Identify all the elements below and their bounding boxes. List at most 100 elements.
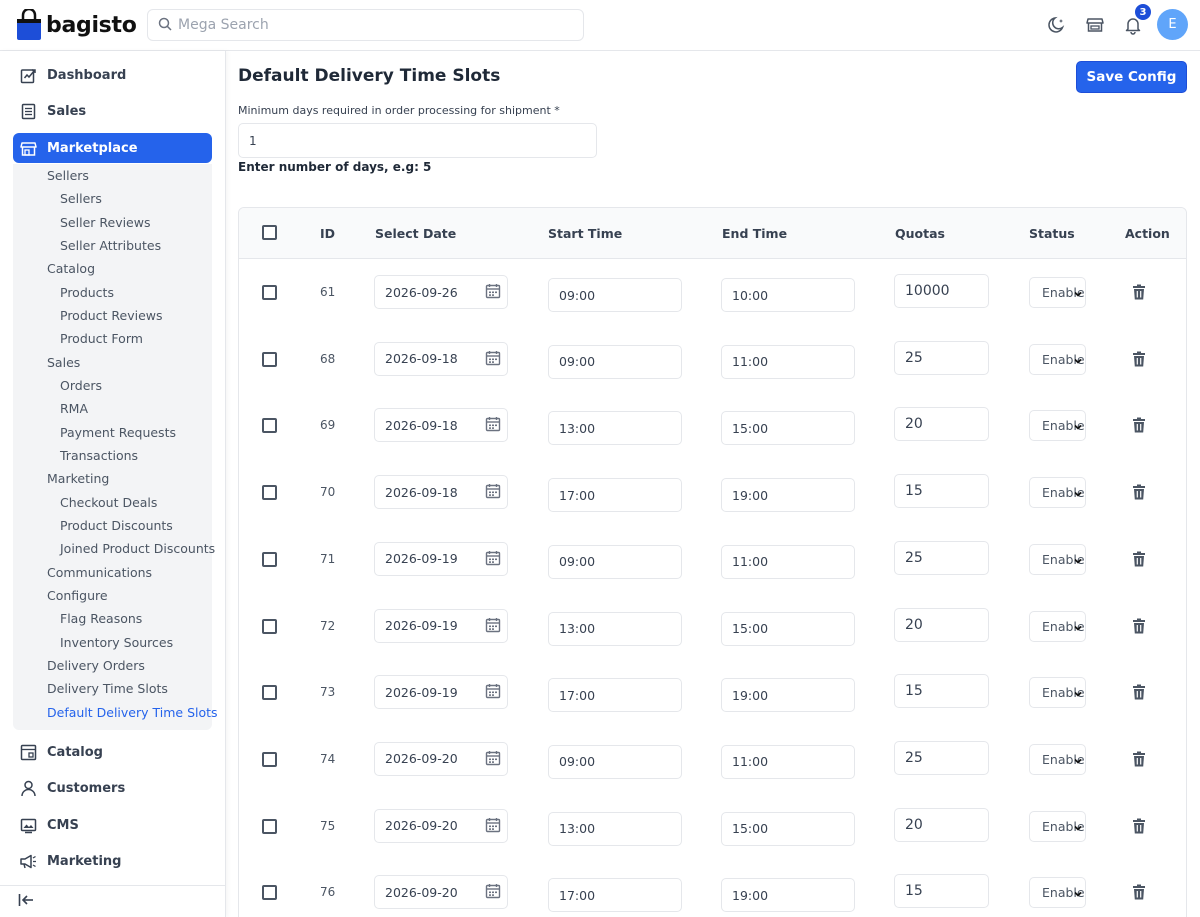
submenu-group-sellers[interactable]: Sellers xyxy=(47,168,89,183)
sidebar-item-sales[interactable]: Sales xyxy=(13,96,212,126)
submenu-item-delivery-time-slots[interactable]: Delivery Time Slots xyxy=(47,681,168,696)
sidebar-item-cms[interactable]: CMS xyxy=(13,810,212,840)
submenu-item-default-delivery-time-slots[interactable]: Default Delivery Time Slots xyxy=(47,705,218,720)
brand-logo[interactable]: bagisto xyxy=(16,7,137,41)
status-select[interactable]: Enabled xyxy=(1029,677,1086,709)
delete-icon[interactable] xyxy=(1132,818,1146,834)
quota-input[interactable]: 20 xyxy=(894,607,989,642)
calendar-icon[interactable] xyxy=(485,883,501,899)
submenu-item-product-reviews[interactable]: Product Reviews xyxy=(60,308,163,323)
end-time-input[interactable]: 10:00 xyxy=(721,278,855,312)
row-checkbox[interactable] xyxy=(262,751,277,767)
sidebar-item-marketplace[interactable]: Marketplace xyxy=(13,133,212,163)
quota-input[interactable]: 15 xyxy=(894,674,989,709)
end-time-input[interactable]: 11:00 xyxy=(721,744,855,779)
delete-icon[interactable] xyxy=(1132,684,1146,700)
save-config-button[interactable]: Save Config xyxy=(1076,61,1187,93)
status-select[interactable]: Enabled xyxy=(1029,743,1086,775)
end-time-input[interactable]: 19:00 xyxy=(721,678,855,713)
date-input[interactable]: 2026-09-20 xyxy=(374,741,508,776)
date-input[interactable]: 2026-09-18 xyxy=(374,341,508,376)
end-time-input[interactable]: 15:00 xyxy=(721,811,855,846)
status-select[interactable]: Enabled xyxy=(1029,877,1086,909)
calendar-icon[interactable] xyxy=(485,283,501,299)
date-input[interactable]: 2026-09-20 xyxy=(374,808,508,843)
calendar-icon[interactable] xyxy=(485,750,501,766)
row-checkbox[interactable] xyxy=(262,285,277,300)
collapse-sidebar-button[interactable] xyxy=(0,885,226,917)
end-time-input[interactable]: 19:00 xyxy=(721,478,855,513)
start-time-input[interactable]: 13:00 xyxy=(548,611,682,646)
mega-search[interactable] xyxy=(147,9,584,41)
submenu-item-payment-requests[interactable]: Payment Requests xyxy=(60,425,176,440)
quota-input[interactable]: 20 xyxy=(894,407,989,442)
submenu-item-transactions[interactable]: Transactions xyxy=(60,448,138,463)
end-time-input[interactable]: 19:00 xyxy=(721,878,855,913)
delete-icon[interactable] xyxy=(1132,484,1146,500)
quota-input[interactable]: 25 xyxy=(894,540,989,575)
submenu-item-orders[interactable]: Orders xyxy=(60,378,102,393)
start-time-input[interactable]: 13:00 xyxy=(548,411,682,446)
submenu-item-checkout-deals[interactable]: Checkout Deals xyxy=(60,495,157,510)
quota-input[interactable]: 15 xyxy=(894,874,989,909)
submenu-group-marketing[interactable]: Marketing xyxy=(47,471,109,486)
sidebar-item-customers[interactable]: Customers xyxy=(13,773,212,803)
row-checkbox[interactable] xyxy=(262,618,277,634)
submenu-item-communications[interactable]: Communications xyxy=(47,565,152,580)
row-checkbox[interactable] xyxy=(262,418,277,434)
quota-input[interactable]: 25 xyxy=(894,340,989,375)
delete-icon[interactable] xyxy=(1132,551,1146,567)
delete-icon[interactable] xyxy=(1132,618,1146,634)
submenu-item-flag-reasons[interactable]: Flag Reasons xyxy=(60,611,142,626)
sidebar-item-dashboard[interactable]: Dashboard xyxy=(13,60,212,90)
sidebar-item-catalog[interactable]: Catalog xyxy=(13,737,212,767)
calendar-icon[interactable] xyxy=(485,683,501,699)
row-checkbox[interactable] xyxy=(262,685,277,701)
submenu-group-catalog[interactable]: Catalog xyxy=(47,261,95,276)
start-time-input[interactable]: 09:00 xyxy=(548,344,682,379)
min-days-input[interactable] xyxy=(238,123,597,158)
submenu-item-sellers[interactable]: Sellers xyxy=(60,191,102,206)
quota-input[interactable]: 20 xyxy=(894,807,989,842)
submenu-item-products[interactable]: Products xyxy=(60,285,114,300)
status-select[interactable]: Enabled xyxy=(1029,277,1086,308)
date-input[interactable]: 2026-09-19 xyxy=(374,675,508,710)
start-time-input[interactable]: 09:00 xyxy=(548,278,682,312)
delete-icon[interactable] xyxy=(1132,417,1146,433)
user-avatar[interactable]: E xyxy=(1157,9,1188,40)
submenu-item-seller-attributes[interactable]: Seller Attributes xyxy=(60,238,161,253)
storefront-icon[interactable] xyxy=(1084,14,1106,36)
row-checkbox[interactable] xyxy=(262,818,277,834)
quota-input[interactable]: 25 xyxy=(894,740,989,775)
row-checkbox[interactable] xyxy=(262,351,277,367)
calendar-icon[interactable] xyxy=(485,817,501,833)
delete-icon[interactable] xyxy=(1132,351,1146,367)
submenu-item-joined-product-discounts[interactable]: Joined Product Discounts xyxy=(60,541,215,556)
submenu-group-sales[interactable]: Sales xyxy=(47,355,80,370)
status-select[interactable]: Enabled xyxy=(1029,543,1086,575)
status-select[interactable]: Enabled xyxy=(1029,343,1086,375)
submenu-item-delivery-orders[interactable]: Delivery Orders xyxy=(47,658,145,673)
submenu-item-product-discounts[interactable]: Product Discounts xyxy=(60,518,173,533)
row-checkbox[interactable] xyxy=(262,551,277,567)
date-input[interactable]: 2026-09-20 xyxy=(374,875,508,910)
status-select[interactable]: Enabled xyxy=(1029,477,1086,509)
dark-mode-icon[interactable] xyxy=(1046,14,1068,36)
start-time-input[interactable]: 17:00 xyxy=(548,878,682,913)
start-time-input[interactable]: 13:00 xyxy=(548,811,682,846)
row-checkbox[interactable] xyxy=(262,885,277,901)
calendar-icon[interactable] xyxy=(485,483,501,499)
quota-input[interactable]: 15 xyxy=(894,474,989,509)
submenu-item-rma[interactable]: RMA xyxy=(60,401,88,416)
start-time-input[interactable]: 17:00 xyxy=(548,678,682,713)
calendar-icon[interactable] xyxy=(485,617,501,633)
date-input[interactable]: 2026-09-19 xyxy=(374,608,508,643)
status-select[interactable]: Enabled xyxy=(1029,410,1086,442)
calendar-icon[interactable] xyxy=(485,350,501,366)
end-time-input[interactable]: 15:00 xyxy=(721,611,855,646)
date-input[interactable]: 2026-09-26 xyxy=(374,275,508,309)
sidebar-item-marketing[interactable]: Marketing xyxy=(13,846,212,876)
select-all-checkbox[interactable] xyxy=(262,225,277,240)
delete-icon[interactable] xyxy=(1132,284,1146,300)
calendar-icon[interactable] xyxy=(485,550,501,566)
